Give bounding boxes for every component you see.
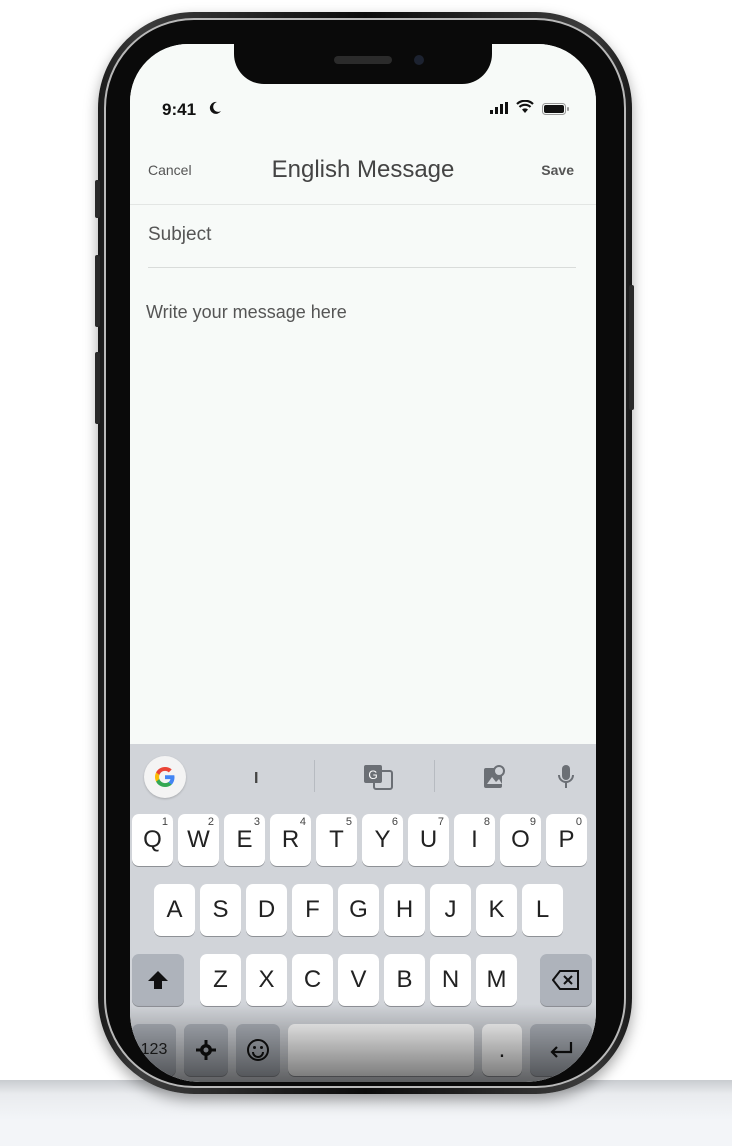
subject-input[interactable]: Subject	[148, 224, 211, 246]
key-g[interactable]: G	[338, 884, 379, 936]
volume-up-button	[95, 255, 100, 327]
key-o[interactable]: O9	[500, 814, 541, 866]
key-k[interactable]: K	[476, 884, 517, 936]
key-m[interactable]: M	[476, 954, 517, 1006]
google-icon[interactable]	[144, 756, 186, 798]
navigation-bar: Cancel English Message Save	[130, 148, 596, 205]
mute-switch	[95, 180, 100, 218]
moon-icon	[209, 101, 221, 114]
key-l[interactable]: L	[522, 884, 563, 936]
svg-text:G: G	[368, 768, 377, 782]
front-camera	[414, 55, 424, 65]
wifi-icon	[516, 100, 534, 113]
notch	[234, 44, 492, 84]
key-b[interactable]: B	[384, 954, 425, 1006]
key-j[interactable]: J	[430, 884, 471, 936]
key-v[interactable]: V	[338, 954, 379, 1006]
image-search-icon[interactable]	[482, 764, 508, 790]
cellular-signal-icon	[490, 102, 508, 114]
message-input[interactable]: Write your message here	[146, 302, 347, 323]
status-time: 9:41	[162, 100, 197, 119]
volume-down-button	[95, 352, 100, 424]
key-c[interactable]: C	[292, 954, 333, 1006]
power-button	[629, 285, 634, 410]
key-q[interactable]: Q1	[132, 814, 173, 866]
key-d[interactable]: D	[246, 884, 287, 936]
shift-icon	[148, 971, 168, 989]
key-s[interactable]: S	[200, 884, 241, 936]
bottom-shadow-overlay	[130, 1004, 596, 1082]
key-n[interactable]: N	[430, 954, 471, 1006]
keyboard: I G Q1 W2 E3 R4 T5 Y6 U7 I 8 O 9 P 0 A S…	[130, 744, 596, 1082]
microphone-icon[interactable]	[556, 764, 576, 790]
key-x[interactable]: X	[246, 954, 287, 1006]
backspace-icon	[551, 970, 579, 990]
key-r[interactable]: R4	[270, 814, 311, 866]
page-title: English Message	[271, 156, 455, 183]
key-f[interactable]: F	[292, 884, 333, 936]
translate-icon[interactable]: G	[363, 764, 393, 790]
key-e[interactable]: E3	[224, 814, 265, 866]
key-z[interactable]: Z	[200, 954, 241, 1006]
key-i[interactable]: I8	[454, 814, 495, 866]
phone-screen: 9:41 Cancel English Message Save Subject…	[130, 44, 596, 1082]
subject-divider	[148, 267, 576, 268]
key-h[interactable]: H	[384, 884, 425, 936]
key-u[interactable]: U7	[408, 814, 449, 866]
keyboard-toolbar: I G	[130, 744, 596, 806]
key-a[interactable]: A	[154, 884, 195, 936]
save-button[interactable]: Save	[541, 162, 574, 178]
toolbar-divider	[314, 760, 315, 792]
key-t[interactable]: T5	[316, 814, 357, 866]
toolbar-divider	[434, 760, 435, 792]
key-w[interactable]: W2	[178, 814, 219, 866]
speaker-grille	[334, 56, 392, 64]
text-cursor-icon: I	[254, 770, 259, 787]
key-y[interactable]: Y6	[362, 814, 403, 866]
backspace-key[interactable]	[540, 954, 592, 1006]
shift-key[interactable]	[132, 954, 184, 1006]
key-p[interactable]: P0	[546, 814, 587, 866]
battery-icon	[542, 103, 569, 115]
